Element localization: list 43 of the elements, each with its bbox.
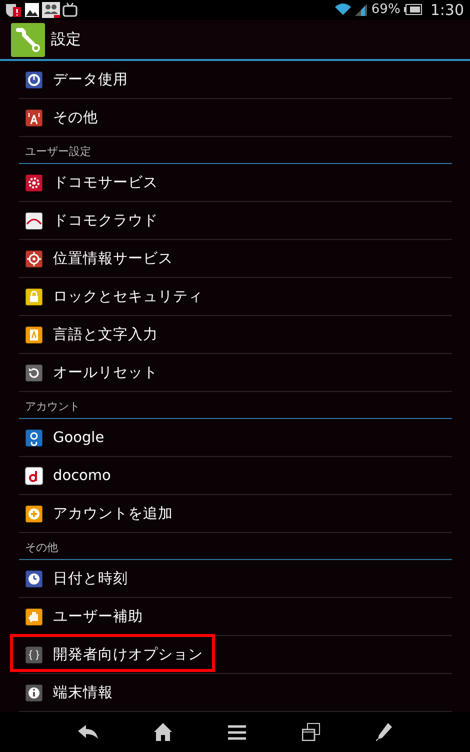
settings-item[interactable]: ドコモクラウド (19, 202, 452, 240)
document-icon (25, 326, 43, 344)
back-icon[interactable] (78, 725, 98, 740)
settings-item[interactable]: 言語と文字入力 (19, 316, 452, 354)
signal-icon (355, 4, 368, 16)
settings-item[interactable]: 日付と時刻 (19, 560, 452, 598)
settings-item[interactable]: ロックとセキュリティ (19, 278, 452, 316)
settings-item[interactable]: ユーザー補助 (19, 598, 452, 636)
pencil-icon[interactable] (376, 723, 392, 742)
plus-icon (25, 504, 43, 523)
menu-icon[interactable] (228, 724, 246, 740)
wrench-icon (11, 22, 45, 57)
hand-icon (25, 608, 43, 626)
recent-apps-icon[interactable] (302, 723, 320, 742)
settings-item[interactable]: 位置情報サービス (19, 240, 452, 278)
section-header: アカウント (19, 392, 452, 420)
image-icon (24, 2, 40, 18)
settings-item[interactable]: Google (19, 419, 452, 458)
shield-alert-icon (4, 2, 22, 18)
settings-item[interactable]: 開発者向けオプション (19, 636, 452, 674)
tv-icon (62, 2, 78, 18)
settings-item[interactable]: オールリセット (19, 354, 452, 392)
lock-icon (25, 288, 43, 306)
settings-item[interactable]: データ使用 (19, 61, 452, 100)
settings-item[interactable]: その他 (19, 99, 452, 138)
cloud-icon (25, 212, 43, 230)
people-icon (42, 2, 60, 18)
gear-icon (25, 174, 43, 192)
target-icon (25, 250, 43, 268)
settings-item[interactable]: docomo (19, 457, 452, 496)
home-icon[interactable] (154, 723, 172, 742)
clock-time: 1:30 (430, 0, 464, 19)
settings-item[interactable]: ドコモサービス (19, 164, 452, 202)
section-header: その他 (19, 533, 452, 560)
reset-icon (25, 364, 43, 382)
battery-icon (404, 4, 422, 16)
battery-percent: 69% (371, 2, 400, 18)
screen-title: 設定 (51, 30, 81, 50)
info-icon (25, 684, 43, 702)
braces-icon (25, 646, 43, 664)
section-header: ユーザー設定 (19, 137, 452, 164)
wifi-icon (335, 3, 352, 16)
settings-item[interactable]: アカウントを追加 (19, 495, 452, 534)
